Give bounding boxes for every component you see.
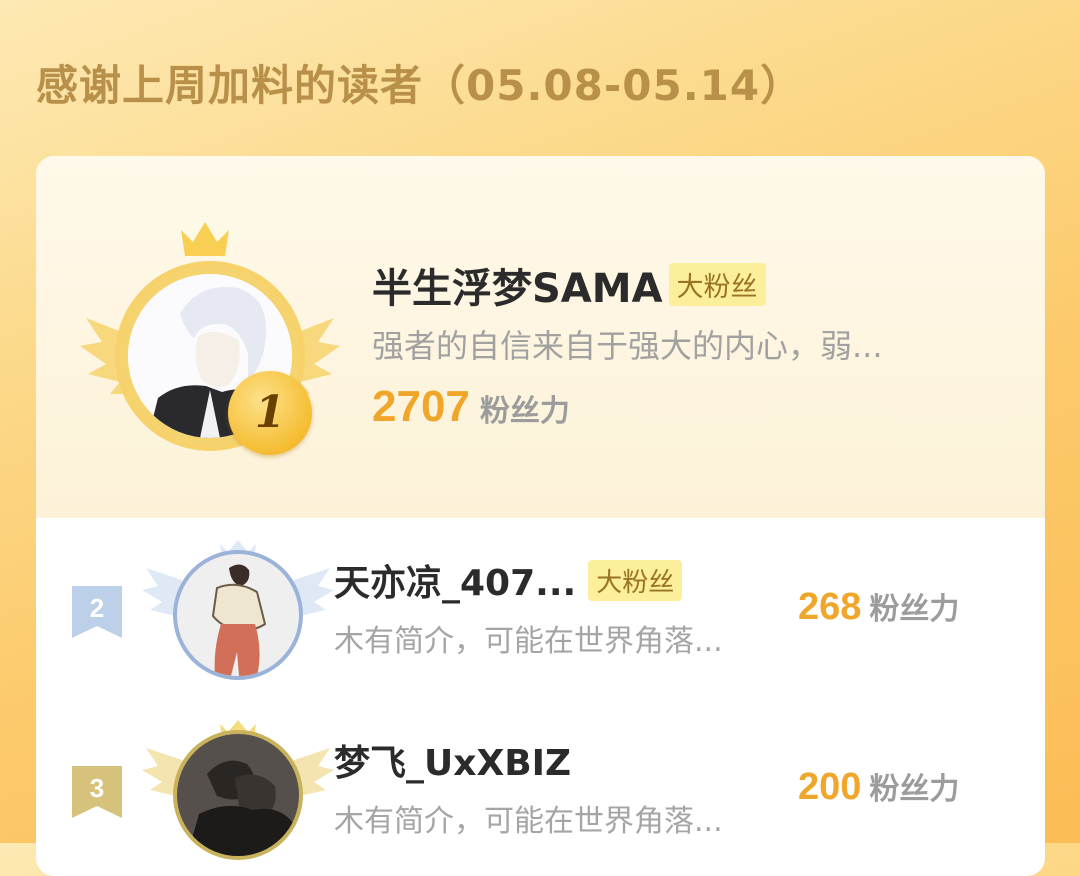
fan-power-value: 2707 [372,382,470,431]
reader-bio: 木有简介，可能在世界角落... [334,624,723,659]
fan-power-label: 粉丝力 [479,394,570,429]
reader-name[interactable]: 梦飞_UxXBIZ [334,743,571,784]
avatar-image [177,554,299,676]
reader-avatar[interactable] [173,550,303,680]
reader-name[interactable]: 天亦凉_407... [334,563,576,604]
top-reader-name[interactable]: 半生浮梦SAMA [372,266,663,312]
rank-flag: 2 [72,586,122,638]
rank-number: 2 [89,593,105,623]
reader-score: 200 粉丝力 [798,764,959,809]
crown-icon [181,222,229,256]
rank-flag: 3 [72,766,122,818]
big-fan-tag: 大粉丝 [668,263,766,306]
reader-bio: 木有简介，可能在世界角落... [334,804,723,839]
big-fan-tag: 大粉丝 [588,560,683,601]
reader-avatar[interactable] [173,730,303,860]
rank-number: 3 [89,773,105,803]
list-item[interactable]: 3 梦飞_UxXBIZ 木有简介，可能在世界角落... 200 粉丝力 [36,698,1045,876]
reader-score: 268 粉丝力 [798,584,959,629]
avatar-image [177,734,299,856]
rank-1-badge: 1 [228,371,312,455]
section-title: 感谢上周加料的读者（05.08-05.14） [36,61,804,110]
top-reader-bio: 强者的自信来自于强大的内心，弱... [372,327,883,365]
reader-ranking-card: 1 半生浮梦SAMA 大粉丝 强者的自信来自于强大的内心，弱... 2707 粉丝力… [36,156,1045,876]
top-reader-name-line: 半生浮梦SAMA 大粉丝 [372,256,766,314]
top-reader-panel[interactable]: 1 半生浮梦SAMA 大粉丝 强者的自信来自于强大的内心，弱... 2707 粉丝力 [36,156,1045,518]
fan-power-label: 粉丝力 [869,772,960,807]
top-reader-score: 2707 粉丝力 [372,382,570,432]
fan-power-value: 268 [798,586,862,628]
fan-power-value: 200 [798,766,862,808]
list-item[interactable]: 2 天亦凉_407... 大粉丝 木有简介，可能在世界角落... 268 粉丝力 [36,518,1045,698]
reader-name-line: 梦飞_UxXBIZ [334,734,571,786]
reader-name-line: 天亦凉_407... 大粉丝 [334,554,683,606]
fan-power-label: 粉丝力 [869,592,960,627]
